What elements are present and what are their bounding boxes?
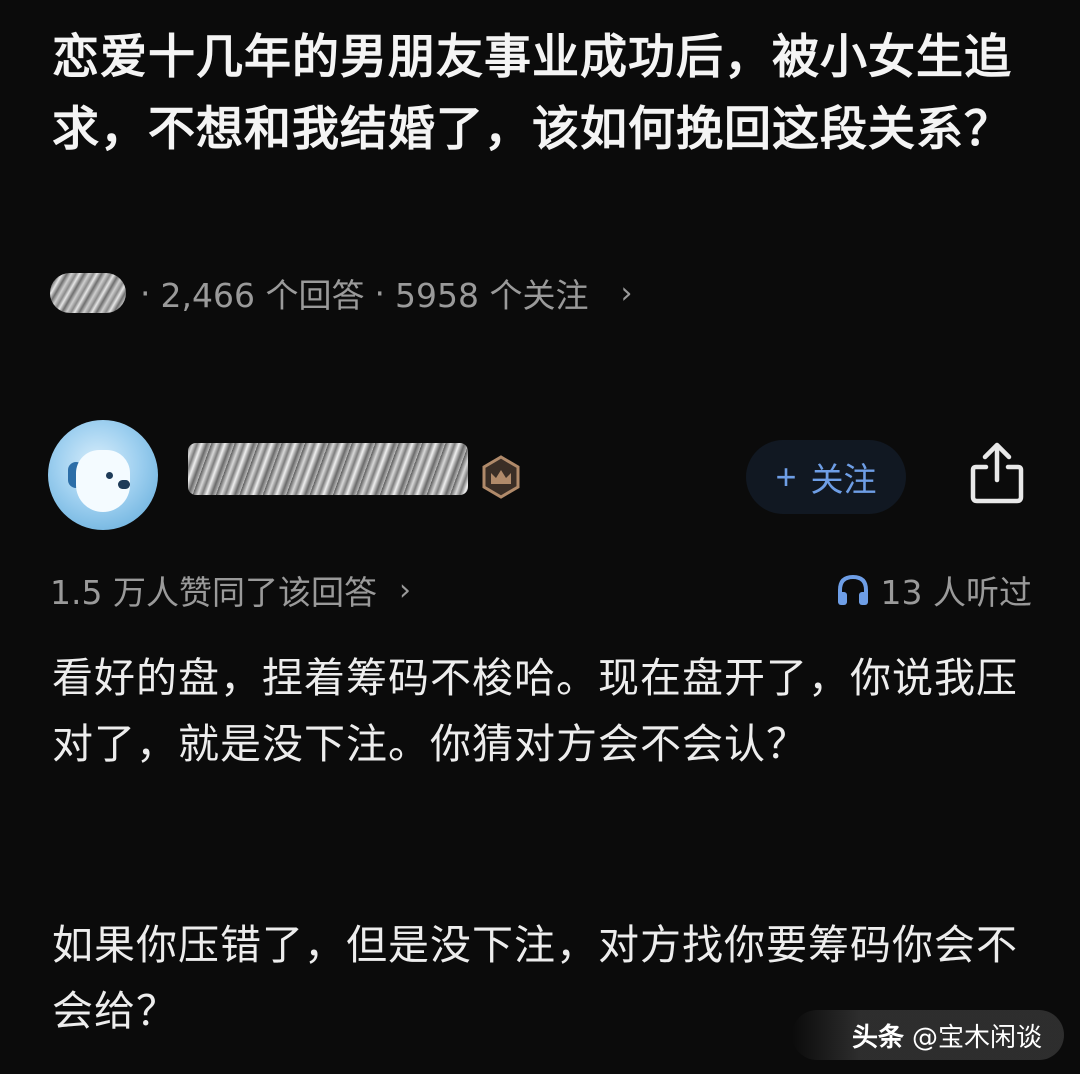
answer-paragraph: 看好的盘，捏着筹码不梭哈。现在盘开了，你说我压对了，就是没下注。你猜对方会不会认… xyxy=(52,654,1018,768)
answers-count: 2,466 个回答 xyxy=(160,276,365,315)
question-title[interactable]: 恋爱十几年的男朋友事业成功后，被小女生追求，不想和我结婚了，该如何挽回这段关系？ xyxy=(52,22,1042,166)
plus-icon: + xyxy=(775,456,797,497)
question-meta[interactable]: · 2,466 个回答 · 5958 个关注 › xyxy=(50,268,632,318)
listens-row[interactable]: 13 人听过 xyxy=(835,565,1032,615)
asker-avatar-redacted xyxy=(50,273,126,313)
approvals-row[interactable]: 1.5 万人赞同了该回答 › xyxy=(50,565,411,615)
approvals-count: 1.5 万人赞同了该回答 xyxy=(50,573,377,612)
headphone-icon xyxy=(837,574,868,605)
meta-separator: · xyxy=(374,273,385,313)
chevron-right-icon: › xyxy=(398,572,411,608)
chevron-right-icon: › xyxy=(620,275,633,311)
answer-page: 恋爱十几年的男朋友事业成功后，被小女生追求，不想和我结婚了，该如何挽回这段关系？… xyxy=(0,0,1080,1074)
share-icon[interactable] xyxy=(966,440,1028,506)
avatar-dog-nose xyxy=(118,480,130,489)
follow-label: 关注 xyxy=(810,461,877,498)
avatar-dog-eye xyxy=(106,472,113,479)
author-name-redacted[interactable] xyxy=(188,443,468,495)
source-watermark: 头条 @宝木闲谈 xyxy=(792,1010,1065,1060)
crown-badge-icon xyxy=(482,455,520,499)
author-avatar[interactable] xyxy=(48,420,158,530)
watermark-brand: 头条 xyxy=(852,1022,905,1053)
meta-separator: · xyxy=(140,273,151,313)
followers-count: 5958 个关注 xyxy=(394,276,589,315)
watermark-handle: @宝木闲谈 xyxy=(912,1022,1043,1053)
listens-count: 13 人听过 xyxy=(880,573,1032,612)
follow-button[interactable]: + 关注 xyxy=(746,440,906,514)
